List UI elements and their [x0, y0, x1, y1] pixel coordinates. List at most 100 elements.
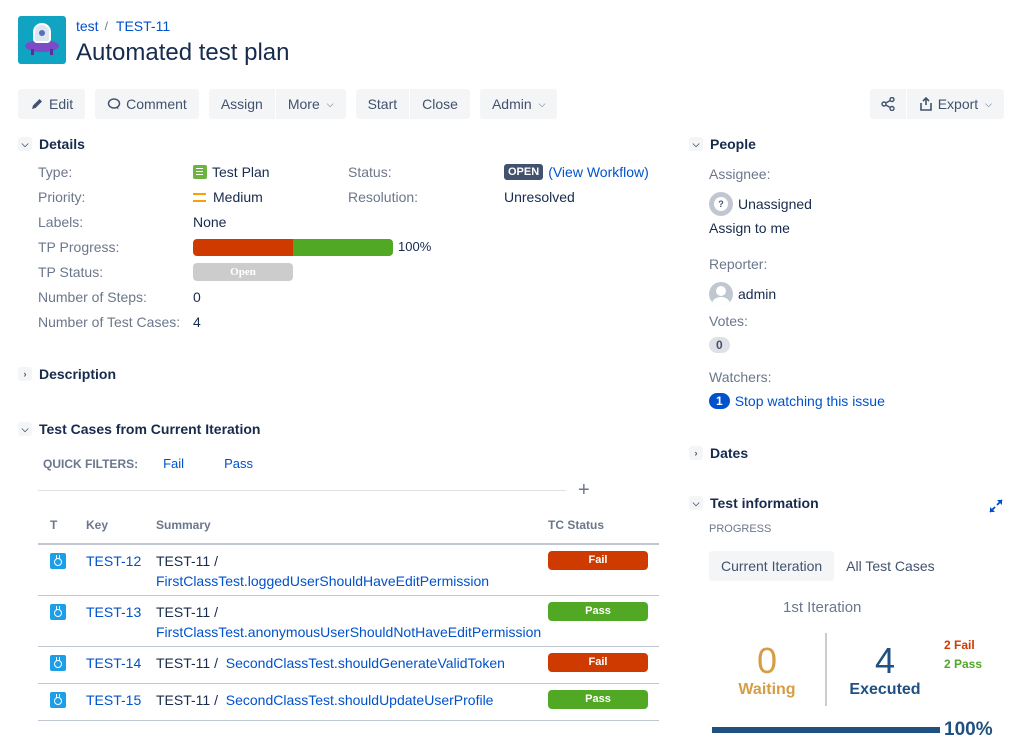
type-cell — [38, 683, 86, 721]
admin-label: Admin — [491, 96, 532, 112]
breadcrumb-issue-link[interactable]: TEST-11 — [116, 16, 170, 36]
executed-stat: 4 Executed — [845, 641, 925, 699]
labels-value[interactable]: None — [193, 212, 226, 232]
progress-tabs: Current Iteration All Test Cases — [709, 551, 947, 581]
test-cases-table: T Key Summary TC Status TEST-12 TEST-11 … — [38, 506, 659, 721]
column-header-type[interactable]: T — [38, 506, 86, 545]
share-icon — [881, 97, 895, 111]
tab-current-iteration[interactable]: Current Iteration — [709, 551, 835, 581]
table-row[interactable]: TEST-14 TEST-11 / SecondClassTest.should… — [38, 646, 659, 684]
pencil-icon — [32, 99, 42, 109]
summary-prefix: TEST-11 / — [156, 553, 218, 569]
tp-status-value: Open — [193, 262, 293, 282]
people-section-toggle[interactable]: ⌵ People — [689, 136, 756, 152]
test-cases-section-toggle[interactable]: ⌵ Test Cases from Current Iteration — [18, 421, 260, 437]
priority-value-text: Medium — [213, 189, 263, 205]
dates-section-toggle[interactable]: › Dates — [689, 445, 748, 461]
assign-button[interactable]: Assign — [208, 89, 275, 119]
table-row[interactable]: TEST-13 TEST-11 / FirstClassTest.anonymou… — [38, 595, 659, 647]
summary-link[interactable]: FirstClassTest.loggedUserShouldHaveEditP… — [156, 573, 489, 589]
issue-header: test / TEST-11 Automated test plan — [18, 16, 289, 66]
test-case-key-link[interactable]: TEST-12 — [86, 553, 141, 569]
tc-status-cell: Pass — [548, 595, 659, 647]
quick-filters: QUICK FILTERS: Fail Pass — [43, 456, 293, 471]
test-information-section-toggle[interactable]: ⌵ Test information — [689, 495, 819, 511]
test-case-icon — [50, 692, 66, 708]
tp-progress-pass-segment — [293, 238, 393, 256]
assignee-value[interactable]: ? Unassigned — [709, 192, 812, 216]
quick-filter-fail[interactable]: Fail — [163, 456, 184, 471]
quick-filter-pass[interactable]: Pass — [224, 456, 253, 471]
waiting-stat: 0 Waiting — [732, 641, 802, 699]
reporter-label: Reporter: — [709, 256, 768, 272]
view-workflow-link[interactable]: (View Workflow) — [548, 162, 649, 182]
issue-toolbar: Edit Comment Assign More ⌵ Start Close A… — [18, 89, 1004, 119]
steps-value: 0 — [193, 289, 201, 305]
test-cases-count-value: 4 — [193, 314, 201, 330]
assign-to-me-link[interactable]: Assign to me — [709, 220, 790, 236]
edit-label: Edit — [49, 96, 74, 112]
share-button[interactable] — [869, 89, 906, 119]
expand-icon[interactable] — [988, 498, 1004, 514]
project-avatar-icon[interactable] — [18, 16, 66, 64]
stats-divider — [825, 633, 827, 706]
column-header-tc-status[interactable]: TC Status — [548, 506, 659, 545]
close-button[interactable]: Close — [410, 89, 470, 119]
admin-button[interactable]: Admin ⌵ — [479, 89, 558, 119]
summary-prefix: TEST-11 / — [156, 655, 218, 671]
tp-progress-bar — [193, 238, 393, 256]
edit-button[interactable]: Edit — [18, 89, 86, 119]
chevron-right-icon: › — [689, 446, 703, 460]
tp-status-label: TP Status: — [38, 264, 104, 280]
assignee-name: Unassigned — [738, 196, 812, 212]
reporter-value[interactable]: admin — [709, 282, 776, 306]
priority-value: Medium — [193, 187, 263, 207]
quick-filters-label: QUICK FILTERS: — [43, 456, 139, 471]
waiting-label: Waiting — [738, 681, 796, 698]
test-case-key-link[interactable]: TEST-15 — [86, 692, 141, 708]
summary-link[interactable]: FirstClassTest.anonymousUserShouldNotHav… — [156, 624, 541, 640]
status-label: Status: — [348, 164, 392, 180]
export-icon — [919, 97, 932, 111]
column-header-summary[interactable]: Summary — [156, 506, 548, 545]
table-row[interactable]: TEST-15 TEST-11 / SecondClassTest.should… — [38, 683, 659, 721]
type-cell — [38, 595, 86, 647]
chevron-right-icon: › — [18, 367, 32, 381]
summary-link[interactable]: SecondClassTest.shouldUpdateUserProfile — [226, 692, 494, 708]
unassigned-avatar-icon: ? — [709, 192, 733, 216]
test-case-key-link[interactable]: TEST-13 — [86, 604, 141, 620]
watchers-count-badge[interactable]: 1 — [709, 393, 730, 409]
type-label: Type: — [38, 164, 73, 180]
stop-watching-link[interactable]: Stop watching this issue — [735, 393, 885, 409]
tc-status-cell: Fail — [548, 544, 659, 596]
priority-medium-icon — [193, 192, 206, 202]
type-value-text: Test Plan — [212, 164, 270, 180]
more-button[interactable]: More ⌵ — [275, 89, 346, 119]
description-heading: Description — [39, 366, 117, 382]
votes-value[interactable]: 0 — [709, 337, 730, 353]
summary-link[interactable]: SecondClassTest.shouldGenerateValidToken — [226, 655, 505, 671]
test-case-key-link[interactable]: TEST-14 — [86, 655, 141, 671]
export-button[interactable]: Export ⌵ — [906, 89, 1004, 119]
breadcrumb-project-link[interactable]: test — [76, 16, 99, 36]
tab-all-test-cases[interactable]: All Test Cases — [834, 551, 946, 581]
summary-prefix: TEST-11 / — [156, 692, 218, 708]
start-button[interactable]: Start — [355, 89, 410, 119]
tp-progress-fail-segment — [193, 238, 293, 256]
quick-filters-divider — [38, 490, 566, 491]
type-cell — [38, 544, 86, 596]
tp-progress-label: TP Progress: — [38, 239, 120, 255]
details-section-toggle[interactable]: ⌵ Details — [18, 136, 85, 152]
chevron-down-icon: ⌵ — [326, 98, 334, 109]
details-heading: Details — [39, 136, 85, 152]
add-test-case-icon[interactable]: + — [578, 480, 590, 500]
table-row[interactable]: TEST-12 TEST-11 / FirstClassTest.loggedUs… — [38, 544, 659, 596]
chevron-down-icon: ⌵ — [18, 422, 32, 436]
overall-progress-fill — [712, 727, 940, 733]
type-value: Test Plan — [193, 162, 270, 182]
comment-button[interactable]: Comment — [95, 89, 199, 119]
watchers-label: Watchers: — [709, 369, 772, 385]
description-section-toggle[interactable]: › Description — [18, 366, 116, 382]
tc-status-cell: Pass — [548, 683, 659, 721]
column-header-key[interactable]: Key — [86, 506, 156, 545]
